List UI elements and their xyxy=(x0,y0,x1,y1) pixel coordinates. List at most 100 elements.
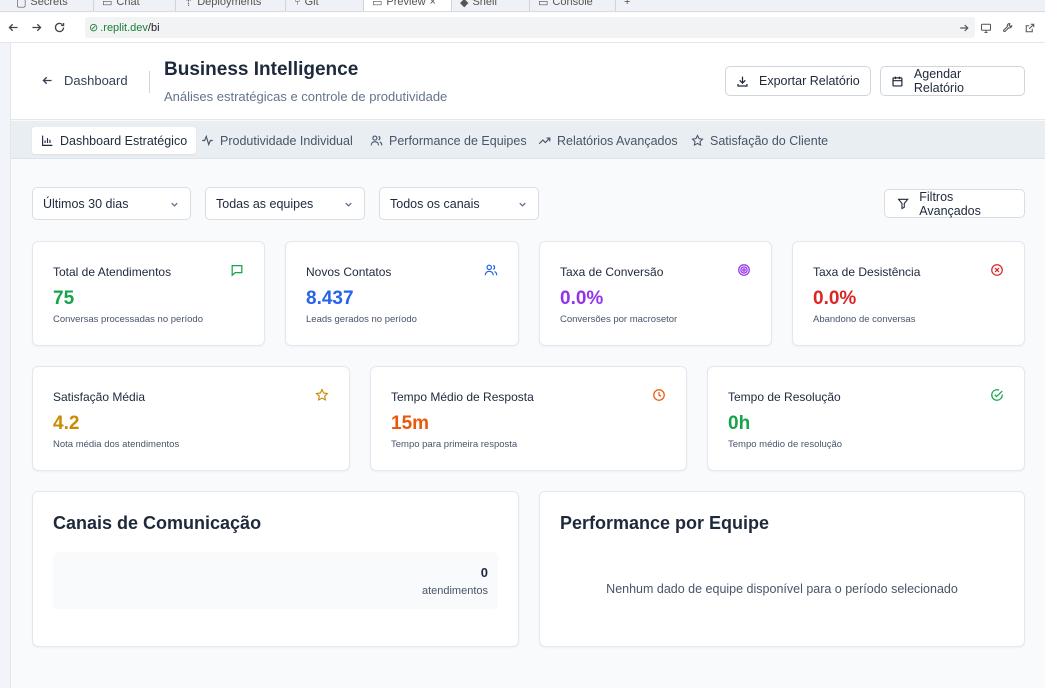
export-report-label: Exportar Relatório xyxy=(759,74,860,88)
external-link-icon xyxy=(1025,23,1035,33)
metric-title: Satisfação Média xyxy=(53,390,146,404)
target-icon xyxy=(737,263,751,277)
page-subtitle: Análises estratégicas e controle de prod… xyxy=(164,89,448,104)
advanced-filters-label: Filtros Avançados xyxy=(919,189,981,218)
period-select-value: Últimos 30 dias xyxy=(43,196,129,211)
metric-subtitle: Nota média dos atendimentos xyxy=(53,439,180,450)
metric-value: 0h xyxy=(728,413,751,434)
shell-icon: ◆ xyxy=(460,0,469,9)
url-field[interactable]: ⊘ .replit.dev/bi xyxy=(85,17,975,38)
metric-card-tempo-resposta: Tempo Médio de Resposta 15m Tempo para p… xyxy=(370,366,687,471)
metric-subtitle: Conversas processadas no período xyxy=(53,314,203,325)
team-select-value: Todas as equipes xyxy=(216,196,314,211)
browser-tab-shell[interactable]: ◆ Shell xyxy=(452,0,530,11)
browser-tab-chat[interactable]: ▭ Chat xyxy=(94,0,176,11)
arrow-right-icon xyxy=(960,24,969,32)
period-select[interactable]: Últimos 30 dias xyxy=(32,187,191,220)
bar-chart-icon xyxy=(42,135,53,146)
schedule-report-label: Agendar Relatório xyxy=(913,67,964,95)
browser-tab-secrets[interactable]: ▢ Secrets xyxy=(8,0,94,11)
chat-icon: ▭ xyxy=(102,0,113,9)
back-button[interactable] xyxy=(3,18,23,38)
monitor-icon: ▭ xyxy=(372,0,383,9)
metric-value: 4.2 xyxy=(53,413,80,434)
team-performance-title: Performance por Equipe xyxy=(560,513,770,533)
tab-produtividade-individual[interactable]: Produtividade Individual xyxy=(192,127,362,154)
chevron-down-icon xyxy=(171,202,178,207)
metric-card-taxa-conversao: Taxa de Conversão 0.0% Conversões por ma… xyxy=(539,241,772,346)
metric-subtitle: Tempo médio de resolução xyxy=(728,439,843,450)
metric-subtitle: Leads gerados no período xyxy=(306,314,417,325)
close-tab-icon[interactable]: × xyxy=(430,0,436,8)
plus-icon: + xyxy=(624,0,631,8)
metric-value: 0.0% xyxy=(560,288,604,309)
advanced-filters-button[interactable]: Filtros Avançados xyxy=(884,189,1025,218)
browser-tab-console[interactable]: ▭ Console xyxy=(530,0,616,11)
reload-button[interactable] xyxy=(49,18,69,38)
channel-count-label: atendimentos xyxy=(421,585,488,597)
metric-value: 8.437 xyxy=(306,288,354,309)
clock-icon xyxy=(652,388,666,402)
browser-tab-deployments[interactable]: ⇡ Deployments xyxy=(176,0,286,11)
open-new-window-button[interactable] xyxy=(1022,20,1038,36)
arrow-right-icon xyxy=(31,23,41,32)
channel-count: 0 xyxy=(480,565,488,580)
devtools-button[interactable] xyxy=(1000,20,1016,36)
metric-subtitle: Abandono de conversas xyxy=(813,314,916,325)
back-to-dashboard-link[interactable]: Dashboard xyxy=(41,73,128,88)
page-title: Business Intelligence xyxy=(164,59,359,80)
channel-select-value: Todos os canais xyxy=(390,196,480,211)
download-icon xyxy=(737,76,748,87)
metric-subtitle: Tempo para primeira resposta xyxy=(391,439,518,450)
console-icon: ▭ xyxy=(538,0,549,9)
metric-value: 15m xyxy=(391,413,430,434)
check-circle-icon xyxy=(990,388,1004,402)
wrench-icon xyxy=(1003,22,1013,33)
forward-button[interactable] xyxy=(26,18,46,38)
team-select[interactable]: Todas as equipes xyxy=(205,187,365,220)
deploy-icon: ⇡ xyxy=(184,0,194,9)
back-link-label: Dashboard xyxy=(64,73,128,88)
browser-tab-strip: ▢ Secrets ▭ Chat ⇡ Deployments ⑂ Git ▭ Previe… xyxy=(0,0,1045,12)
users-icon xyxy=(370,135,383,146)
metric-card-novos-contatos: Novos Contatos 8.437 Leads gerados no pe… xyxy=(285,241,519,346)
git-icon: ⑂ xyxy=(294,0,301,8)
new-tab-button[interactable]: + xyxy=(616,0,642,11)
tab-satisfacao-do-cliente[interactable]: Satisfação do Cliente xyxy=(682,127,837,154)
tab-relatorios-avancados[interactable]: Relatórios Avançados xyxy=(529,127,687,154)
calendar-icon xyxy=(892,76,903,87)
header-divider xyxy=(149,71,150,93)
channel-summary: 0 atendimentos xyxy=(53,552,498,609)
metric-subtitle: Conversões por macrosetor xyxy=(560,314,678,325)
filter-icon xyxy=(897,198,909,210)
tab-performance-de-equipes[interactable]: Performance de Equipes xyxy=(361,127,536,154)
empty-state-message: Nenhum dado de equipe disponível para o … xyxy=(606,582,958,596)
metric-title: Taxa de Conversão xyxy=(560,265,664,279)
metric-card-total-atendimentos: Total de Atendimentos 75 Conversas proce… xyxy=(32,241,265,346)
channels-panel: Canais de Comunicação 0 atendimentos xyxy=(32,491,519,647)
address-bar-row: ⊘ .replit.dev/bi xyxy=(0,13,1045,43)
users-icon xyxy=(484,263,498,277)
devices-button[interactable] xyxy=(978,20,994,36)
metric-title: Novos Contatos xyxy=(306,265,392,279)
tab-dashboard-estrategico[interactable]: Dashboard Estratégico xyxy=(32,127,197,154)
lock-icon: ▢ xyxy=(16,0,27,9)
metric-card-satisfacao-media: Satisfação Média 4.2 Nota média dos aten… xyxy=(32,366,350,471)
chevron-down-icon xyxy=(519,202,526,207)
x-circle-icon xyxy=(990,263,1004,277)
browser-tab-preview[interactable]: ▭ Preview × xyxy=(364,0,452,11)
metric-card-taxa-desistencia: Taxa de Desistência 0.0% Abandono de con… xyxy=(792,241,1025,346)
trending-up-icon xyxy=(538,137,551,145)
team-performance-panel: Performance por Equipe Nenhum dado de eq… xyxy=(539,491,1025,647)
metric-title: Tempo Médio de Resposta xyxy=(391,390,534,404)
link-icon: ⊘ xyxy=(89,22,99,34)
metric-title: Taxa de Desistência xyxy=(813,265,921,279)
channel-select[interactable]: Todos os canais xyxy=(379,187,539,220)
star-icon xyxy=(691,134,704,147)
schedule-report-button[interactable]: Agendar Relatório xyxy=(880,66,1025,96)
browser-tab-git[interactable]: ⑂ Git xyxy=(286,0,364,11)
chevron-down-icon xyxy=(345,202,352,207)
channels-panel-title: Canais de Comunicação xyxy=(53,513,262,533)
export-report-button[interactable]: Exportar Relatório xyxy=(725,66,871,96)
open-arrow-button[interactable] xyxy=(956,20,972,36)
